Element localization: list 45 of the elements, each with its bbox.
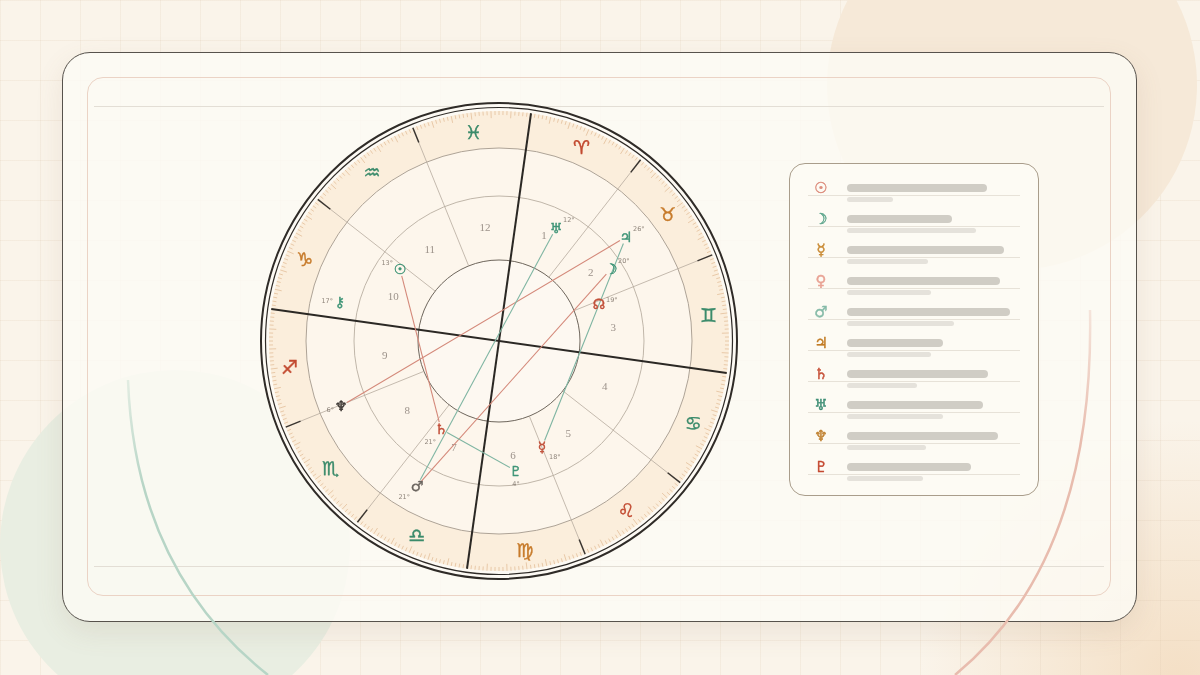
zodiac-symbol: ♒ xyxy=(363,161,381,184)
house-number: 10 xyxy=(387,290,399,303)
zodiac-symbol: ♐ xyxy=(281,355,299,378)
house-number: 3 xyxy=(610,321,616,333)
zodiac-symbol: ♊ xyxy=(699,304,717,327)
planet-symbol: ♄ xyxy=(434,421,448,437)
planet-symbol: ☉ xyxy=(813,182,829,195)
house-number: 4 xyxy=(602,379,608,392)
planet-symbol: ☿ xyxy=(815,244,827,257)
house-number: 12 xyxy=(479,220,491,233)
zodiac-symbol: ♑ xyxy=(296,247,314,270)
zodiac-symbol: ♉ xyxy=(659,203,677,225)
planet-symbol: ♀ xyxy=(814,275,828,288)
zodiac-symbol: ♋ xyxy=(684,412,702,435)
planet-symbol: ♄ xyxy=(813,368,829,381)
house-number: 9 xyxy=(382,349,388,361)
planet-symbol: ♂ xyxy=(813,306,829,319)
house-number: 5 xyxy=(565,426,571,439)
planet-symbol: ♇ xyxy=(813,461,829,474)
planet-symbol: ☿ xyxy=(537,439,547,455)
planet-symbol: ♂ xyxy=(410,478,424,494)
planet-symbol: ☽ xyxy=(813,213,829,226)
planet-symbol: ♅ xyxy=(813,399,829,412)
house-number: 7 xyxy=(451,440,457,453)
planet-symbol: ♆ xyxy=(334,398,348,414)
planet-symbol: ♆ xyxy=(813,430,829,443)
planet-symbol: ☽ xyxy=(604,261,618,277)
planet-symbol: ☉ xyxy=(393,261,407,277)
planet-symbol: ♃ xyxy=(813,337,829,350)
zodiac-symbol: ♍ xyxy=(516,539,534,562)
zodiac-symbol: ♌ xyxy=(617,498,635,521)
planet-symbol: ⚷ xyxy=(334,294,346,310)
planet-symbol: ♃ xyxy=(619,229,633,245)
house-number: 6 xyxy=(510,449,516,462)
zodiac-symbol: ♓ xyxy=(464,120,482,143)
house-number: 2 xyxy=(588,265,594,278)
zodiac-symbol: ♎ xyxy=(408,524,426,547)
planet-symbol: ♇ xyxy=(509,463,523,479)
planet-symbol: ♅ xyxy=(549,220,563,236)
house-number: 11 xyxy=(424,243,436,256)
house-number: 1 xyxy=(541,229,547,242)
zodiac-symbol: ♈ xyxy=(572,135,590,158)
house-number: 8 xyxy=(404,404,410,417)
planet-symbol: ☊ xyxy=(592,296,606,312)
zodiac-symbol: ♏ xyxy=(321,457,339,479)
